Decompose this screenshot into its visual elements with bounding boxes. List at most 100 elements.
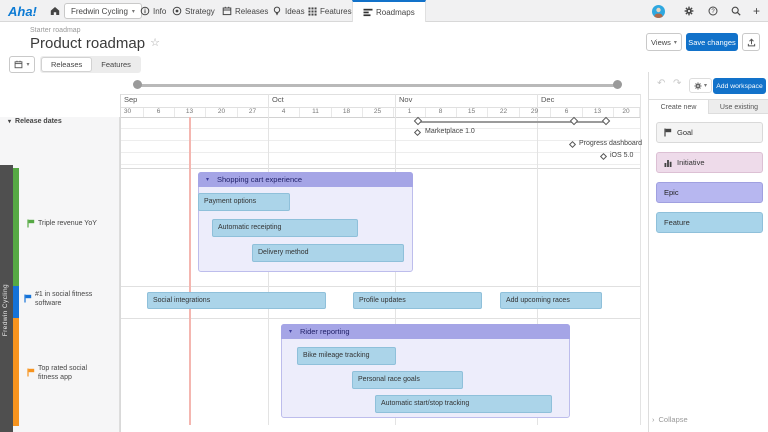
nav-item-ideas[interactable]: Ideas <box>272 0 305 22</box>
toggle-releases[interactable]: Releases <box>41 57 92 72</box>
workspace-selector[interactable]: Fredwin Cycling ▾ <box>64 3 142 19</box>
card-goal-label: Goal <box>677 128 693 137</box>
nav-item-info-label: Info <box>153 7 166 16</box>
home-button[interactable] <box>50 0 60 22</box>
card-goal[interactable]: Goal <box>656 122 763 143</box>
card-epic[interactable]: Epic <box>656 182 763 203</box>
views-dropdown[interactable]: Views ▾ <box>646 33 682 51</box>
page-title: Product roadmap <box>30 35 145 52</box>
milestone-progress-dashboard[interactable]: Progress dashboard <box>579 140 642 147</box>
redo-icon[interactable]: ↷ <box>673 78 681 89</box>
save-changes-button[interactable]: Save changes <box>686 33 738 51</box>
feature-bar-automatic-receipting[interactable]: Automatic receipting <box>212 219 358 237</box>
chevron-down-icon[interactable]: ▾ <box>289 325 292 340</box>
bar-chart-icon <box>664 159 672 167</box>
card-initiative[interactable]: Initiative <box>656 152 763 173</box>
goal-triple-revenue[interactable]: Triple revenue YoY <box>38 220 116 229</box>
add-workspace-button[interactable]: Add workspace <box>713 78 766 94</box>
week-tick: 1 <box>394 108 426 117</box>
week-tick: 22 <box>488 108 520 117</box>
roadmap-eyebrow: Starter roadmap <box>30 27 81 34</box>
help-button[interactable]: ? <box>708 0 718 22</box>
week-tick: 13 <box>582 108 614 117</box>
aha-logo[interactable]: Aha! <box>8 0 37 22</box>
feature-bar-personal-race-goals[interactable]: Personal race goals <box>352 371 463 389</box>
workspace-selector-label: Fredwin Cycling <box>71 7 128 16</box>
slider-handle-right[interactable] <box>613 80 622 89</box>
goal-top-rated[interactable]: Top rated social fitness app <box>38 365 108 382</box>
card-initiative-label: Initiative <box>677 158 705 167</box>
favorite-star-icon[interactable]: ☆ <box>150 36 160 49</box>
feature-bar-payment-options[interactable]: Payment options <box>198 193 290 211</box>
add-button[interactable]: + <box>753 0 760 22</box>
undo-icon[interactable]: ↶ <box>657 78 665 89</box>
tab-use-existing[interactable]: Use existing <box>709 99 768 114</box>
goal-social-fitness[interactable]: #1 in social fitness software <box>35 291 113 308</box>
milestone-diamond <box>414 129 421 136</box>
feature-bar-auto-start-stop[interactable]: Automatic start/stop tracking <box>375 395 552 413</box>
home-icon <box>50 6 60 16</box>
grid-line <box>120 94 640 95</box>
collapse-panel-button[interactable]: › Collapse <box>652 415 688 424</box>
calendar-icon <box>14 60 23 69</box>
nav-item-features-label: Features <box>320 7 352 16</box>
goal-color-bar-green <box>13 168 19 286</box>
tab-create-new[interactable]: Create new <box>649 99 709 114</box>
feature-bar-bike-mileage[interactable]: Bike mileage tracking <box>297 347 396 365</box>
nav-tab-roadmaps-label: Roadmaps <box>376 8 415 17</box>
add-workspace-label: Add workspace <box>716 83 762 90</box>
top-nav: Aha! Fredwin Cycling ▾ Info Strategy <box>0 0 768 22</box>
settings-button[interactable] <box>684 0 694 22</box>
roadmap-canvas: Sep Oct Nov Dec 30 6 13 20 27 4 11 18 25… <box>0 72 768 432</box>
card-feature[interactable]: Feature <box>656 212 763 233</box>
chevron-down-icon: ▾ <box>132 8 135 15</box>
flag-icon <box>27 219 35 227</box>
flag-icon <box>664 128 672 137</box>
toggle-features[interactable]: Features <box>92 57 140 72</box>
nav-tab-roadmaps[interactable]: Roadmaps <box>352 0 426 22</box>
month-label: Dec <box>541 95 554 104</box>
nav-item-ideas-label: Ideas <box>285 7 305 16</box>
milestone-diamond[interactable] <box>570 117 578 125</box>
feature-bar-profile-updates[interactable]: Profile updates <box>353 292 482 309</box>
epic-shopping-cart-header[interactable]: Shopping cart experience <box>198 172 413 187</box>
week-tick: 27 <box>237 108 269 117</box>
slider-handle-left[interactable] <box>133 80 142 89</box>
info-icon <box>140 6 150 16</box>
week-tick: 25 <box>362 108 394 117</box>
epic-rider-reporting-header[interactable]: Rider reporting <box>281 324 570 339</box>
release-dates-section-toggle[interactable]: ▾ Release dates <box>8 118 62 125</box>
search-button[interactable] <box>731 0 741 22</box>
nav-item-features[interactable]: Features <box>308 0 352 22</box>
milestone-diamond[interactable] <box>602 117 610 125</box>
chevron-down-icon[interactable]: ▾ <box>206 173 209 188</box>
timeline-range-slider[interactable] <box>137 84 617 87</box>
grid-line <box>120 140 640 141</box>
aha-roadmap-page: Aha! Fredwin Cycling ▾ Info Strategy <box>0 0 768 432</box>
month-label: Sep <box>124 95 137 104</box>
week-tick: 8 <box>425 108 457 117</box>
card-feature-label: Feature <box>664 218 690 227</box>
milestone-diamond[interactable] <box>414 117 422 125</box>
nav-item-releases-label: Releases <box>235 7 268 16</box>
feature-bar-social-integrations[interactable]: Social integrations <box>147 292 326 309</box>
nav-item-strategy[interactable]: Strategy <box>172 0 215 22</box>
calendar-icon <box>222 6 232 16</box>
milestone-marketplace[interactable]: Marketplace 1.0 <box>425 128 475 135</box>
build-panel: ↶ ↷ ▾ Add workspace Create new Use exist… <box>648 72 768 432</box>
nav-item-info[interactable]: Info <box>140 0 166 22</box>
feature-bar-add-upcoming-races[interactable]: Add upcoming races <box>500 292 602 309</box>
milestone-ios[interactable]: iOS 5.0 <box>610 152 633 159</box>
export-button[interactable] <box>742 33 760 51</box>
panel-settings-dropdown[interactable]: ▾ <box>689 78 712 93</box>
chevron-down-icon: ▾ <box>704 82 707 89</box>
workspace-vertical-label: Fredwin Cycling <box>2 284 9 336</box>
gear-icon <box>694 82 702 90</box>
feature-bar-delivery-method[interactable]: Delivery method <box>252 244 404 262</box>
nav-item-releases[interactable]: Releases <box>222 0 268 22</box>
timeframe-dropdown[interactable]: ▾ <box>9 56 35 73</box>
chevron-right-icon: › <box>652 415 655 424</box>
export-icon <box>747 38 756 47</box>
user-avatar[interactable] <box>652 0 665 22</box>
grid-line <box>120 164 640 165</box>
